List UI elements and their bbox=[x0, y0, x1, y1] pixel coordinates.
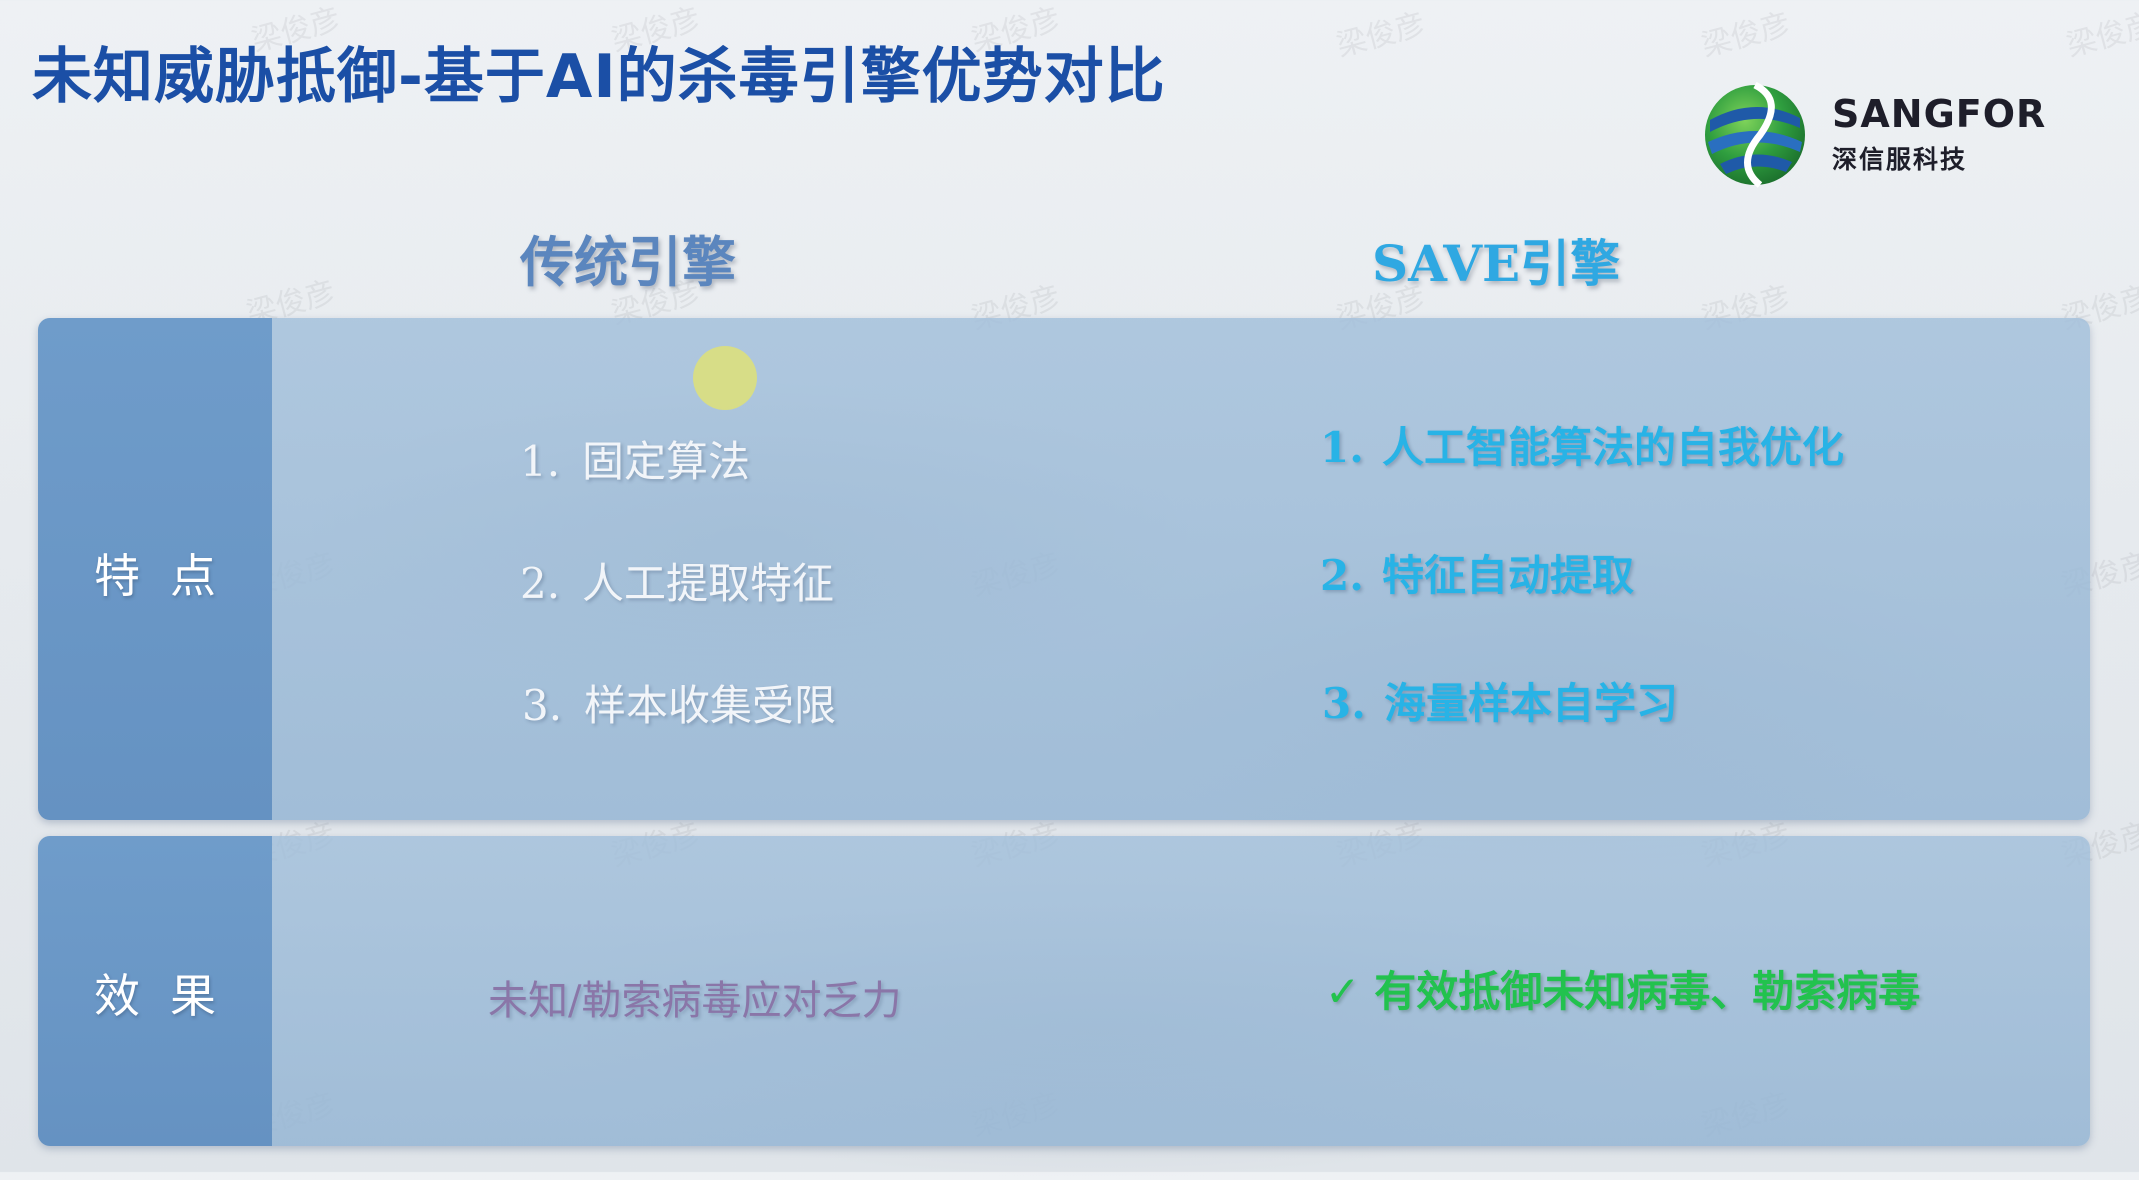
effects-label: 效果 bbox=[94, 969, 246, 1023]
item-number: 3. bbox=[1322, 679, 1366, 728]
save-feature-item: 2. 特征自动提取 bbox=[1320, 542, 1634, 603]
save-feature-item: 3. 海量样本自学习 bbox=[1322, 670, 1678, 731]
features-label: 特点 bbox=[94, 549, 246, 603]
item-text: 固定算法 bbox=[582, 437, 751, 486]
watermark: 梁俊彦 bbox=[2062, 6, 2139, 64]
item-number: 3. bbox=[522, 681, 563, 730]
traditional-feature-item: 1. 固定算法 bbox=[520, 428, 750, 489]
item-text: 海量样本自学习 bbox=[1384, 679, 1679, 728]
item-text: 样本收集受限 bbox=[584, 681, 837, 730]
item-text: 人工智能算法的自我优化 bbox=[1382, 423, 1845, 472]
traditional-effect-text: 未知/勒索病毒应对乏力 bbox=[488, 978, 902, 1024]
item-number: 1. bbox=[1320, 423, 1364, 472]
traditional-feature-item: 2. 人工提取特征 bbox=[520, 550, 834, 611]
watermark: 梁俊彦 bbox=[1697, 6, 1794, 64]
pointer-highlight bbox=[693, 346, 757, 410]
traditional-feature-item: 3. 样本收集受限 bbox=[522, 672, 836, 733]
logo-subtitle: 深信服科技 bbox=[1832, 145, 1968, 174]
effects-label-cell: 效果 bbox=[38, 836, 272, 1146]
presentation-slide: 梁俊彦 梁俊彦 梁俊彦 梁俊彦 梁俊彦 梁俊彦 梁俊彦 梁俊彦 梁俊彦 梁俊彦 … bbox=[0, 0, 2139, 1180]
globe-icon bbox=[1705, 81, 1805, 188]
checkmark-icon: ✓ bbox=[1325, 967, 1361, 1016]
logo-name: SANGFOR bbox=[1832, 92, 2047, 136]
save-effect-text: 有效抵御未知病毒、勒索病毒 bbox=[1374, 967, 1921, 1016]
slide-title: 未知威胁抵御-基于AI的杀毒引擎优势对比 bbox=[32, 42, 1166, 112]
item-number: 2. bbox=[520, 559, 561, 608]
traditional-engine-header: 传统引擎 bbox=[520, 230, 736, 294]
features-panel: 特点 1. 固定算法 2. 人工提取特征 3. 样本收集受限 1. 人工智能算法的自我优… bbox=[38, 318, 2090, 820]
features-label-cell: 特点 bbox=[38, 318, 272, 820]
save-engine-header: SAVE引擎 bbox=[1372, 234, 1621, 293]
item-text: 特征自动提取 bbox=[1382, 551, 1635, 600]
sangfor-logo: SANGFOR 深信服科技 bbox=[1700, 80, 2045, 190]
save-effect: ✓ 有效抵御未知病毒、勒索病毒 bbox=[1325, 958, 1920, 1019]
item-text: 人工提取特征 bbox=[582, 559, 835, 608]
save-feature-item: 1. 人工智能算法的自我优化 bbox=[1320, 414, 1844, 475]
item-number: 1. bbox=[520, 437, 561, 486]
item-number: 2. bbox=[1320, 551, 1364, 600]
watermark: 梁俊彦 bbox=[1332, 6, 1429, 64]
effects-panel: 效果 未知/勒索病毒应对乏力 ✓ 有效抵御未知病毒、勒索病毒 bbox=[38, 836, 2090, 1146]
